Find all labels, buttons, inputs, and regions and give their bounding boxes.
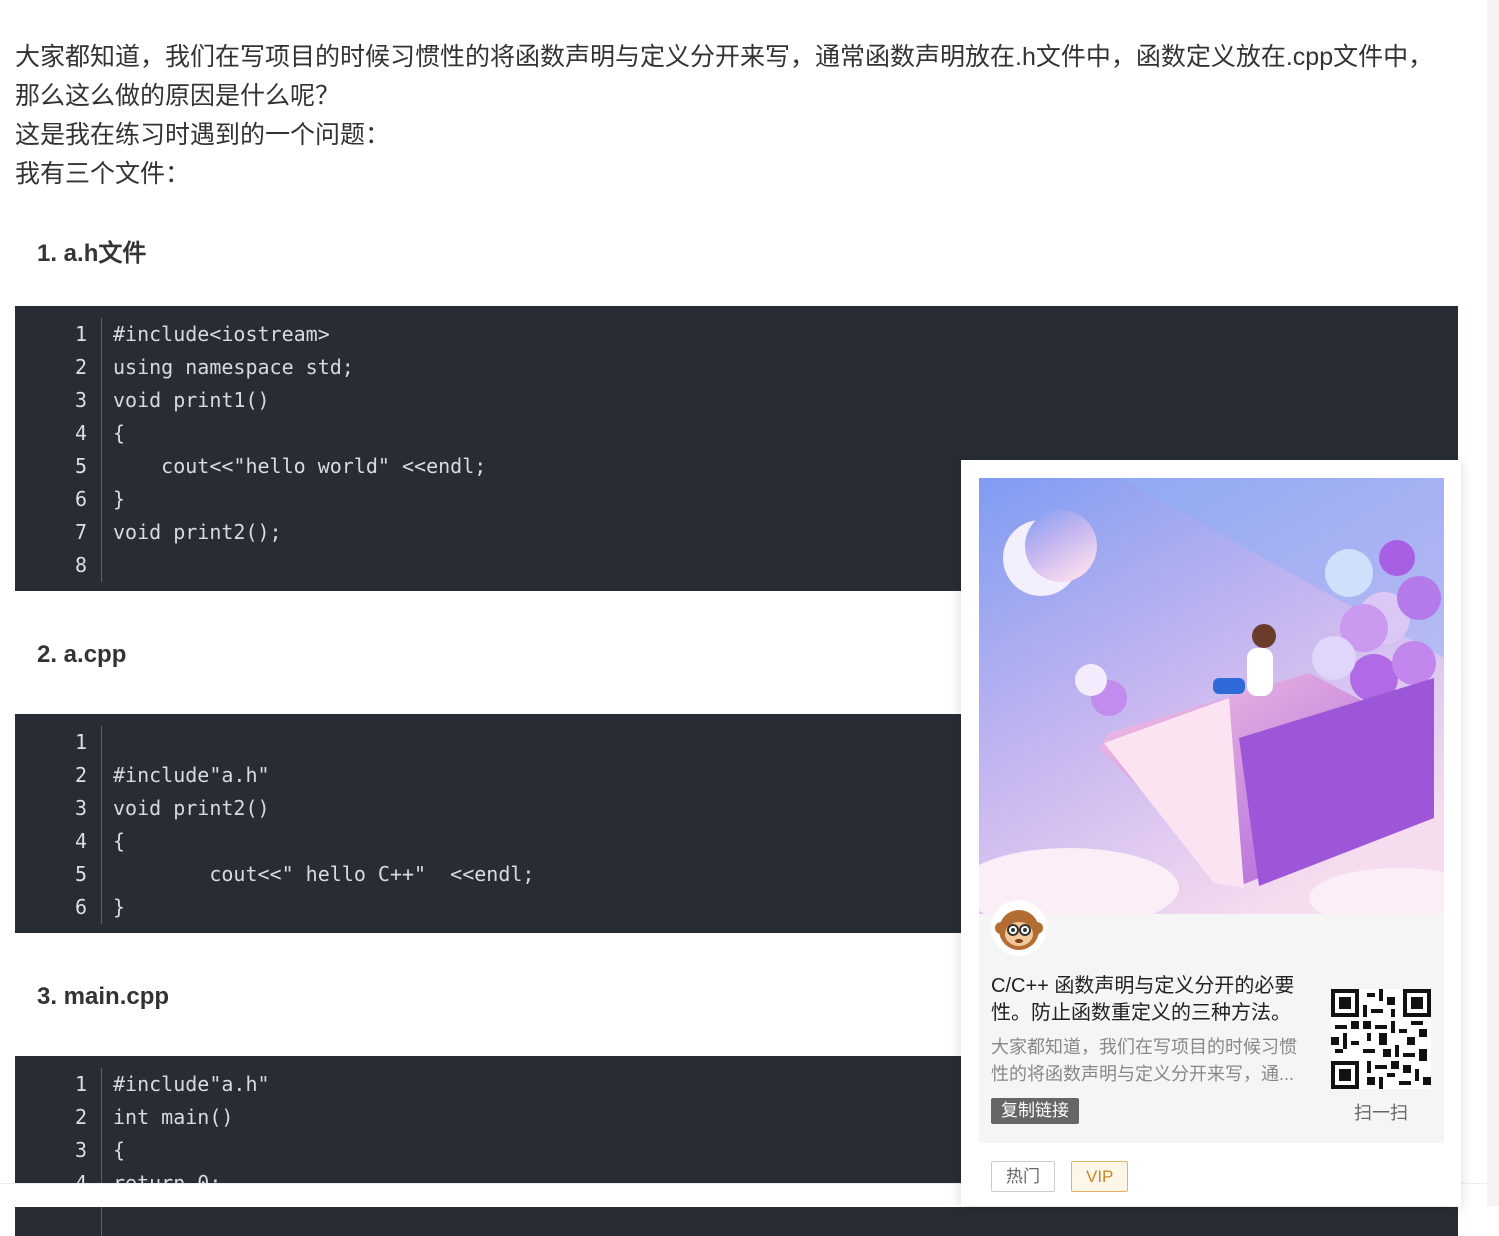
line-number: 5 — [74, 454, 87, 478]
share-popup: C/C++ 函数声明与定义分开的必要性。防止函数重定义的三种方法。 大家都知道，… — [961, 460, 1461, 1206]
line-number: 2 — [74, 355, 87, 379]
code-line: using namespace std; — [113, 355, 354, 379]
line-number: 3 — [74, 796, 87, 820]
line-number: 7 — [74, 520, 87, 544]
share-card-title: C/C++ 函数声明与定义分开的必要性。防止函数重定义的三种方法。 — [991, 975, 1295, 1024]
line-numbers: 1234 — [15, 1068, 87, 1200]
gutter-divider — [101, 1068, 102, 1236]
line-number: 5 — [74, 862, 87, 886]
line-number: 4 — [74, 829, 87, 853]
tag-hot[interactable]: 热门 — [991, 1161, 1055, 1192]
section-title-main-cpp: 3. main.cpp — [37, 983, 170, 1010]
line-number: 8 — [74, 553, 87, 577]
share-card: C/C++ 函数声明与定义分开的必要性。防止函数重定义的三种方法。 大家都知道，… — [979, 478, 1444, 1143]
share-card-description: 大家都知道，我们在写项目的时候习惯性的将函数声明与定义分开来写，通... — [991, 1037, 1297, 1084]
copy-link-button[interactable]: 复制链接 — [991, 1098, 1079, 1124]
line-number: 2 — [74, 1105, 87, 1129]
code-line: void print1() — [113, 388, 270, 412]
line-number: 4 — [74, 421, 87, 445]
article-paragraph-files: 我有三个文件： — [15, 160, 191, 188]
line-number: 1 — [74, 1072, 87, 1096]
gutter-divider — [101, 726, 102, 924]
line-numbers: 1 2 3 4 5 6 7 8 — [15, 318, 87, 582]
section-title-a-cpp: 2. a.cpp — [37, 641, 127, 668]
line-number: 6 — [74, 487, 87, 511]
article-body: 大家都知道，我们在写项目的时候习惯性的将函数声明与定义分开来写，通常函数声明放在… — [15, 38, 1458, 1236]
code-line: { — [113, 421, 126, 445]
tag-vip[interactable]: VIP — [1071, 1161, 1129, 1192]
line-number: 1 — [74, 730, 87, 754]
gutter-divider — [101, 318, 102, 582]
section-title-a-h: 1. a.h文件 — [37, 240, 147, 267]
line-number: 6 — [74, 895, 87, 919]
line-numbers: 1 2 3 4 5 6 — [15, 726, 87, 924]
qr-code-icon — [1331, 989, 1431, 1089]
line-number: 3 — [74, 1138, 87, 1162]
scan-label: 扫一扫 — [1354, 1103, 1408, 1123]
line-number: 3 — [74, 388, 87, 412]
code-line: #include<iostream> — [113, 322, 330, 346]
line-number: 2 — [74, 763, 87, 787]
article-paragraph-problem: 这是我在练习时遇到的一个问题： — [15, 121, 391, 149]
banner-illustration — [979, 478, 1444, 914]
article-paragraph-intro: 大家都知道，我们在写项目的时候习惯性的将函数声明与定义分开来写，通常函数声明放在… — [15, 43, 1434, 110]
monkey-avatar-icon — [991, 900, 1047, 956]
line-number: 1 — [74, 322, 87, 346]
page-scrollbar[interactable] — [1487, 0, 1499, 1206]
